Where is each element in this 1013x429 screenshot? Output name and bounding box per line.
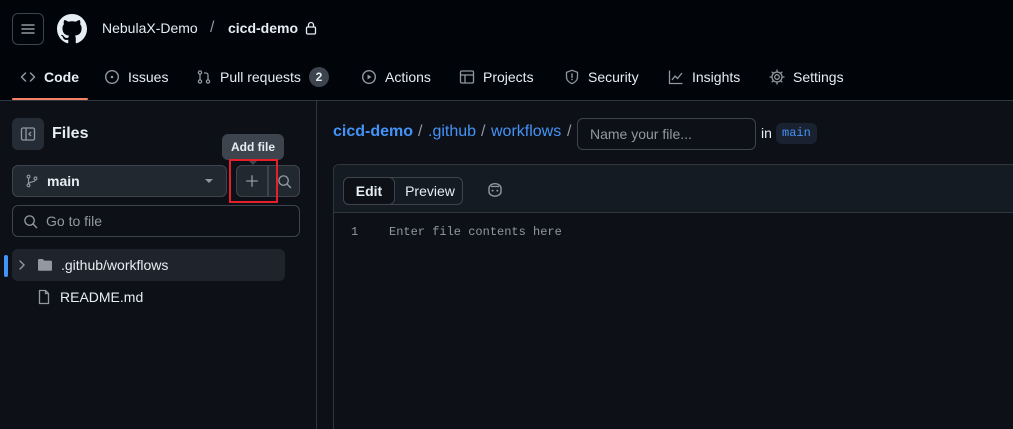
files-heading: Files [52, 125, 89, 142]
tab-label: Actions [385, 69, 431, 85]
repo-link[interactable]: cicd-demo [228, 20, 298, 36]
open-navigation-button[interactable] [12, 13, 44, 45]
tab-issues[interactable]: Issues [104, 56, 168, 98]
tab-label: Pull requests [220, 69, 301, 85]
shield-icon [565, 69, 579, 85]
tab-code[interactable]: Code [20, 56, 79, 98]
tab-label: Code [44, 69, 79, 85]
tab-pull-requests[interactable]: Pull requests 2 [196, 56, 329, 98]
breadcrumb-separator: / [481, 123, 486, 140]
go-to-file-placeholder: Go to file [46, 213, 103, 229]
repo-tabs: Code Issues Pull requests 2 Actions Proj… [0, 56, 1013, 100]
active-tab-indicator [12, 98, 88, 100]
tab-actions[interactable]: Actions [361, 56, 431, 98]
preview-tab[interactable]: Preview [396, 177, 464, 205]
table-icon [459, 70, 475, 84]
edit-tab[interactable]: Edit [343, 177, 395, 205]
tab-settings[interactable]: Settings [769, 56, 844, 98]
code-editor[interactable]: Edit Preview 1 Enter file contents here [333, 164, 1013, 429]
tab-projects[interactable]: Projects [459, 56, 534, 98]
tab-label: Insights [692, 69, 741, 85]
hamburger-icon [21, 24, 35, 34]
in-branch-label: in [761, 125, 772, 141]
branch-name: main [47, 173, 80, 189]
tab-label: Security [588, 69, 639, 85]
tree-item-label: .github/workflows [61, 257, 169, 273]
line-number: 1 [351, 225, 359, 239]
pull-requests-count: 2 [308, 67, 329, 87]
breadcrumb-separator: / [567, 123, 572, 140]
file-name-input[interactable] [577, 118, 756, 150]
lock-icon [305, 21, 317, 35]
editor-placeholder: Enter file contents here [389, 225, 562, 239]
file-icon [38, 289, 50, 305]
tab-label: Issues [128, 69, 169, 85]
breadcrumb-workflows[interactable]: workflows [491, 123, 561, 141]
collapse-file-tree-button[interactable] [12, 118, 44, 150]
target-branch-badge: main [776, 123, 817, 144]
code-icon [20, 72, 36, 82]
chevron-right-icon[interactable] [14, 257, 30, 273]
github-logo-icon[interactable] [57, 14, 87, 44]
selected-item-indicator [4, 255, 8, 277]
breadcrumb-repo[interactable]: cicd-demo [333, 123, 413, 141]
tab-label: Settings [793, 69, 844, 85]
search-icon [24, 214, 38, 228]
search-icon [277, 174, 291, 188]
tree-item-file[interactable]: README.md [12, 281, 285, 313]
new-file-editor-area: cicd-demo / .github / workflows / in mai… [317, 101, 1013, 429]
tab-insights[interactable]: Insights [668, 56, 740, 98]
editor-toolbar: Edit Preview [334, 165, 1013, 213]
copilot-icon[interactable] [486, 182, 504, 198]
path-separator: / [210, 19, 215, 36]
pull-request-icon [197, 70, 211, 84]
global-header: NebulaX-Demo / cicd-demo Code Issues Pul… [0, 0, 1013, 101]
owner-link[interactable]: NebulaX-Demo [102, 20, 198, 36]
issue-icon [104, 69, 120, 85]
file-tree-sidebar: Files Add file main Go to file .github/w… [0, 101, 317, 429]
chevron-down-icon [205, 179, 213, 183]
tree-item-folder[interactable]: .github/workflows [12, 249, 285, 281]
breadcrumb-github[interactable]: .github [428, 123, 476, 141]
sidebar-collapse-icon [20, 127, 36, 141]
tab-security[interactable]: Security [564, 56, 639, 98]
graph-icon [668, 70, 683, 85]
go-to-file-input[interactable]: Go to file [12, 205, 300, 237]
add-file-tooltip: Add file [222, 134, 284, 165]
git-branch-icon [26, 174, 38, 188]
breadcrumb-separator: / [418, 123, 423, 140]
add-file-highlight-box [229, 159, 278, 203]
folder-icon [38, 259, 52, 271]
tree-item-label: README.md [60, 289, 144, 305]
branch-selector[interactable]: main [12, 165, 227, 197]
play-icon [361, 69, 377, 85]
tab-label: Projects [483, 69, 534, 85]
gear-icon [769, 69, 785, 85]
edit-preview-toggle: Edit Preview [343, 177, 463, 205]
